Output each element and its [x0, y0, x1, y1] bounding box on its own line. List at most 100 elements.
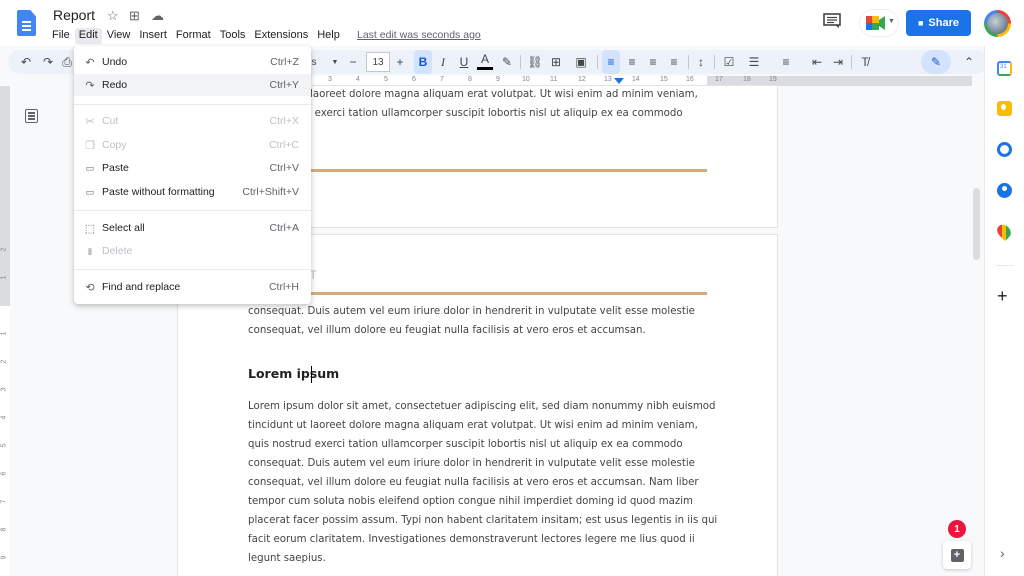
document-outline-icon[interactable]	[25, 109, 38, 123]
undo-icon[interactable]: ↶	[17, 50, 35, 74]
align-center-icon[interactable]: ≡	[623, 50, 641, 74]
keep-icon[interactable]	[997, 101, 1012, 116]
menu-item-cut[interactable]: ✂ Cut Ctrl+X	[74, 110, 311, 132]
add-comment-icon[interactable]: ⊞	[548, 50, 564, 74]
add-addon-icon[interactable]: +	[997, 286, 1008, 307]
menu-insert[interactable]: Insert	[135, 28, 171, 44]
italic-button[interactable]: I	[435, 50, 451, 74]
menu-item-paste[interactable]: ▭ Paste Ctrl+V	[74, 157, 311, 179]
editing-mode-button[interactable]: ✎	[921, 50, 951, 74]
menu-item-shortcut: Ctrl+C	[268, 139, 299, 151]
app-header: Report ☆ ⊞ ☁ File Edit View Insert Forma…	[0, 0, 1024, 46]
meet-button[interactable]: ▼	[860, 10, 898, 36]
ruler-tick: 6	[412, 76, 416, 83]
numbered-list-icon[interactable]: ≡	[774, 50, 798, 74]
side-panel-divider	[996, 265, 1014, 266]
collapse-toolbar-icon[interactable]: ⌃	[961, 50, 977, 74]
font-size-input[interactable]: 13	[366, 52, 390, 72]
body-line[interactable]: quis nostrud exerci tation ullamcorper s…	[248, 435, 718, 454]
share-label: Share	[928, 17, 959, 29]
ruler-tick: 18	[743, 76, 751, 83]
menu-help[interactable]: Help	[313, 28, 344, 44]
increase-font-size-button[interactable]: +	[393, 50, 407, 74]
body-line[interactable]: tempor cum soluta nobis eleifend option …	[248, 492, 718, 511]
body-line[interactable]: tincidunt ut laoreet dolore magna aliqua…	[248, 85, 718, 104]
ruler-tick: 3	[328, 76, 332, 83]
star-icon[interactable]: ☆	[107, 8, 119, 24]
menu-item-shortcut: Ctrl+H	[268, 281, 299, 293]
text-cursor	[311, 366, 312, 383]
clear-formatting-icon[interactable]: T̸	[856, 50, 874, 74]
ruler-tick: 5	[384, 76, 388, 83]
menu-view[interactable]: View	[103, 28, 135, 44]
menu-item-label: Undo	[102, 56, 128, 68]
menu-format[interactable]: Format	[172, 28, 215, 44]
menu-item-delete[interactable]: ▮ Delete	[74, 240, 311, 262]
menu-item-find-and-replace[interactable]: ⟲ Find and replace Ctrl+H	[74, 276, 311, 298]
highlight-icon[interactable]: ✎	[499, 50, 515, 74]
move-folder-icon[interactable]: ⊞	[129, 8, 140, 24]
body-line[interactable]: quis nostrud exerci tation ullamcorper s…	[248, 104, 718, 123]
body-line[interactable]: consequat, vel illum dolore eu feugiat n…	[248, 321, 718, 340]
decrease-font-size-button[interactable]: −	[346, 50, 360, 74]
font-chevron-icon[interactable]: ▼	[330, 50, 340, 74]
body-line[interactable]: Lorem ipsum dolor sit amet, consectetuer…	[248, 397, 718, 416]
body-line[interactable]: facit eorum claritatem. Investigationes …	[248, 530, 718, 549]
menu-item-shortcut: Ctrl+Y	[269, 79, 299, 91]
body-line[interactable]: tincidunt ut laoreet dolore magna aliqua…	[248, 416, 718, 435]
body-line[interactable]: placerat facer possim assum. Typi non ha…	[248, 511, 718, 530]
menu-file[interactable]: File	[48, 28, 74, 44]
checklist-icon[interactable]: ☑	[720, 50, 738, 74]
menu-item-redo[interactable]: ↷ Redo Ctrl+Y	[74, 74, 311, 96]
contacts-icon[interactable]	[997, 183, 1012, 198]
body-line[interactable]: consequat. Duis autem vel eum iriure dol…	[248, 302, 718, 321]
share-button[interactable]: ■ Share	[906, 10, 971, 36]
align-right-icon[interactable]: ≡	[644, 50, 662, 74]
menu-item-undo[interactable]: ↶ Undo Ctrl+Z	[74, 51, 311, 73]
add-comment-button[interactable]: +	[943, 541, 971, 569]
clipboard-plain-icon: ▭	[85, 186, 95, 197]
menu-item-label: Delete	[102, 245, 133, 257]
menu-edit[interactable]: Edit	[74, 28, 102, 44]
print-icon[interactable]: ⎙	[59, 50, 75, 74]
last-edit-link[interactable]: Last edit was seconds ago	[357, 29, 481, 41]
align-justify-icon[interactable]: ≡	[665, 50, 683, 74]
vruler-tick: 1	[0, 275, 8, 280]
body-line[interactable]: consequat, vel illum dolore eu feugiat n…	[248, 473, 718, 492]
cloud-status-icon[interactable]: ☁	[151, 8, 164, 24]
body-line[interactable]: legunt saepius.	[248, 549, 718, 568]
account-avatar[interactable]	[984, 10, 1011, 37]
decrease-indent-icon[interactable]: ⇤	[808, 50, 826, 74]
calendar-icon[interactable]: 31	[997, 61, 1012, 76]
tasks-icon[interactable]	[997, 142, 1012, 157]
menu-item-label: Cut	[102, 115, 119, 127]
increase-indent-icon[interactable]: ⇥	[829, 50, 847, 74]
vruler-tick: 2	[0, 359, 8, 364]
align-left-icon[interactable]: ≡	[602, 50, 620, 74]
menu-tools[interactable]: Tools	[216, 28, 250, 44]
toolbar-divider	[597, 55, 598, 69]
edit-menu-dropdown: ↶ Undo Ctrl+Z ↷ Redo Ctrl+Y ✂ Cut Ctrl+X…	[74, 46, 311, 304]
underline-button[interactable]: U	[456, 50, 472, 74]
menu-item-paste-without-formatting[interactable]: ▭ Paste without formatting Ctrl+Shift+V	[74, 181, 311, 203]
expand-panel-icon[interactable]: ›	[1000, 545, 1005, 561]
section-heading[interactable]: Lorem ipsum	[248, 366, 339, 381]
menu-item-copy[interactable]: ❐ Copy Ctrl+C	[74, 134, 311, 156]
menu-extensions[interactable]: Extensions	[250, 28, 312, 44]
line-spacing-icon[interactable]: ↕	[692, 50, 710, 74]
text-color-button[interactable]: A	[477, 50, 493, 70]
right-indent-marker[interactable]	[614, 78, 624, 84]
document-title[interactable]: Report	[53, 7, 95, 23]
comment-history-icon[interactable]	[823, 13, 841, 29]
toolbar-divider	[520, 55, 521, 69]
vertical-scrollbar[interactable]	[973, 188, 980, 260]
vertical-ruler-margin	[0, 86, 10, 306]
insert-image-icon[interactable]: ▣	[570, 50, 592, 74]
menu-item-select-all[interactable]: ⬚ Select all Ctrl+A	[74, 217, 311, 239]
redo-icon[interactable]: ↷	[39, 50, 57, 74]
bulleted-list-icon[interactable]: ☰	[742, 50, 766, 74]
body-line[interactable]: consequat. Duis autem vel eum iriure dol…	[248, 454, 718, 473]
insert-link-icon[interactable]: ⛓	[526, 50, 544, 74]
bold-button[interactable]: B	[414, 50, 432, 74]
docs-logo-icon[interactable]	[17, 10, 36, 36]
